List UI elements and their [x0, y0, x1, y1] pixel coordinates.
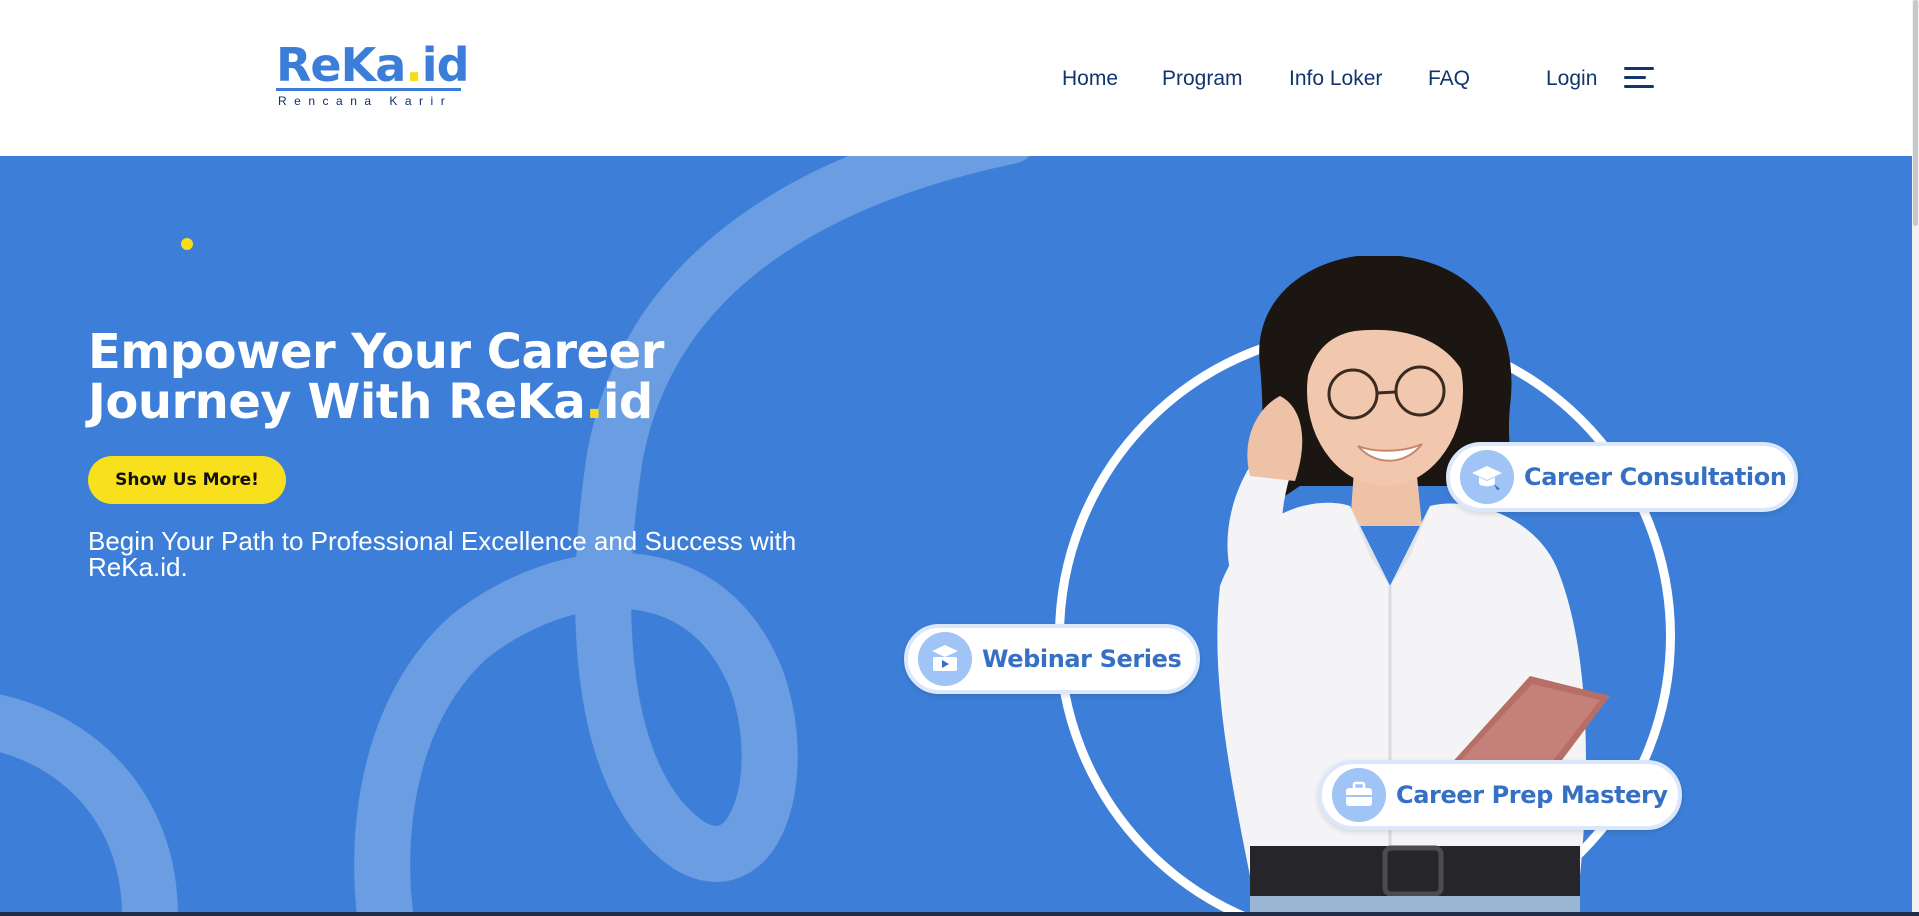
hero-subtitle: Begin Your Path to Professional Excellen… [88, 526, 797, 582]
show-us-more-button[interactable]: Show Us More! [88, 456, 286, 504]
briefcase-icon [1332, 768, 1386, 822]
logo-tagline: Rencana Karir [278, 94, 453, 108]
site-header: ReKa.id Rencana Karir Home Program Info … [0, 0, 1919, 156]
page-scrollbar-thumb[interactable] [1913, 0, 1918, 226]
decorative-dot [181, 238, 193, 250]
graduation-cap-icon [1460, 450, 1514, 504]
webinar-series-badge[interactable]: Webinar Series [904, 624, 1200, 694]
nav-home[interactable]: Home [1062, 64, 1118, 94]
logo-wordmark: ReKa.id [276, 38, 469, 92]
career-prep-mastery-label: Career Prep Mastery [1396, 781, 1668, 809]
login-link[interactable]: Login [1546, 64, 1597, 94]
nav-faq[interactable]: FAQ [1428, 64, 1470, 94]
nav-info-loker[interactable]: Info Loker [1289, 64, 1382, 94]
career-consultation-badge[interactable]: Career Consultation [1446, 442, 1798, 512]
window-bottom-edge [0, 912, 1919, 916]
nav-program[interactable]: Program [1162, 64, 1243, 94]
hero-section: Empower Your Career Journey With ReKa.id… [0, 156, 1919, 916]
logo-underline [276, 88, 461, 91]
career-prep-mastery-badge[interactable]: Career Prep Mastery [1318, 760, 1682, 830]
video-lesson-icon [918, 632, 972, 686]
site-logo[interactable]: ReKa.id Rencana Karir [276, 38, 469, 112]
webinar-series-label: Webinar Series [982, 645, 1182, 673]
hamburger-menu-icon[interactable] [1624, 66, 1654, 90]
career-consultation-label: Career Consultation [1524, 463, 1787, 491]
hero-title: Empower Your Career Journey With ReKa.id [88, 324, 664, 430]
